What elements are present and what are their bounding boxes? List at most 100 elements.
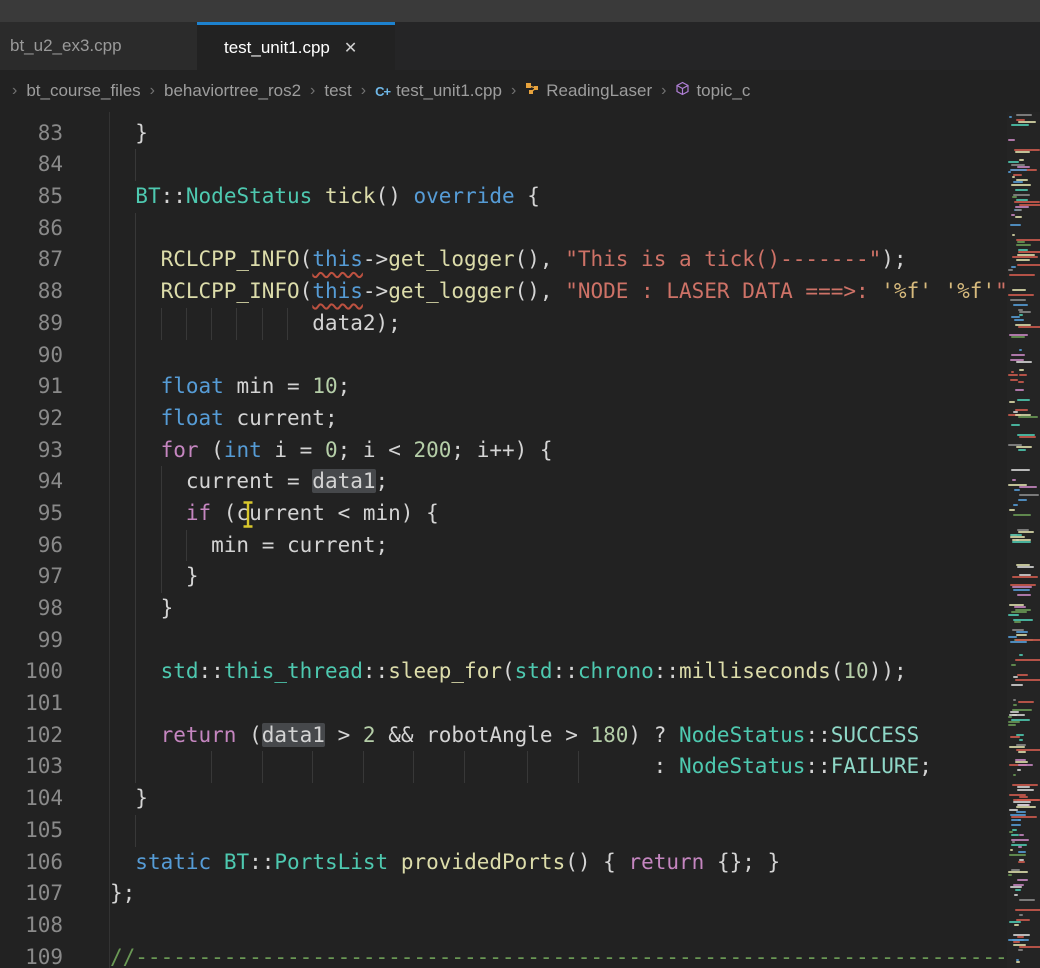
code-line[interactable]: 99 bbox=[0, 625, 1007, 657]
code-line[interactable]: 107}; bbox=[0, 878, 1007, 910]
code-line[interactable]: 106 static BT::PortsList providedPorts()… bbox=[0, 847, 1007, 879]
code-line[interactable]: 97 } bbox=[0, 561, 1007, 593]
minimap[interactable] bbox=[1007, 112, 1040, 968]
code-line-content[interactable]: static BT::PortsList providedPorts() { r… bbox=[109, 847, 1007, 879]
line-number[interactable]: 97 bbox=[0, 561, 109, 593]
code-line[interactable]: 89 data2); bbox=[0, 308, 1007, 340]
code-line-content[interactable]: BT::NodeStatus tick() override { bbox=[109, 181, 1007, 213]
code-line-content[interactable]: } bbox=[109, 561, 1007, 593]
code-line-content[interactable]: RCLCPP_INFO(this->get_logger(), "NODE : … bbox=[109, 276, 1007, 308]
line-number[interactable]: 96 bbox=[0, 530, 109, 562]
indent-guide bbox=[186, 308, 187, 340]
line-number[interactable]: 104 bbox=[0, 783, 109, 815]
code-token: data1 bbox=[262, 723, 325, 747]
breadcrumb-item-readinglaser[interactable]: ReadingLaser bbox=[525, 81, 652, 101]
line-number[interactable]: 84 bbox=[0, 149, 109, 181]
line-number[interactable]: 95 bbox=[0, 498, 109, 530]
code-line-content[interactable]: } bbox=[109, 783, 1007, 815]
line-number[interactable]: 98 bbox=[0, 593, 109, 625]
code-line[interactable]: 86 bbox=[0, 213, 1007, 245]
line-number[interactable]: 105 bbox=[0, 815, 109, 847]
code-line[interactable]: 91 float min = 10; bbox=[0, 371, 1007, 403]
minimap-line bbox=[1018, 949, 1023, 951]
close-tab-icon[interactable]: ✕ bbox=[344, 38, 357, 58]
line-number[interactable]: 99 bbox=[0, 625, 109, 657]
code-line[interactable]: 87 RCLCPP_INFO(this->get_logger(), "This… bbox=[0, 244, 1007, 276]
line-number[interactable]: 91 bbox=[0, 371, 109, 403]
code-line-content[interactable]: }; bbox=[109, 878, 1007, 910]
line-number[interactable]: 109 bbox=[0, 942, 109, 968]
code-line[interactable]: 101 bbox=[0, 688, 1007, 720]
line-number[interactable]: 92 bbox=[0, 403, 109, 435]
line-number[interactable]: 88 bbox=[0, 276, 109, 308]
code-line-content[interactable] bbox=[109, 688, 1007, 720]
line-number[interactable]: 106 bbox=[0, 847, 109, 879]
line-number[interactable]: 83 bbox=[0, 118, 109, 150]
line-number[interactable]: 94 bbox=[0, 466, 109, 498]
code-line-content[interactable]: float current; bbox=[109, 403, 1007, 435]
namespace-icon bbox=[675, 81, 690, 101]
code-line[interactable]: 93 for (int i = 0; i < 200; i++) { bbox=[0, 435, 1007, 467]
line-number[interactable]: 85 bbox=[0, 181, 109, 213]
code-line-content[interactable]: data2); bbox=[109, 308, 1007, 340]
line-number[interactable]: 87 bbox=[0, 244, 109, 276]
code-line[interactable]: 105 bbox=[0, 815, 1007, 847]
line-number[interactable]: 89 bbox=[0, 308, 109, 340]
tab-test-unit1[interactable]: test_unit1.cpp ✕ bbox=[197, 22, 395, 70]
code-line[interactable]: 94 current = data1; bbox=[0, 466, 1007, 498]
code-line[interactable]: 108 bbox=[0, 910, 1007, 942]
code-line-content[interactable]: : NodeStatus::FAILURE; bbox=[109, 751, 1007, 783]
code-line[interactable]: 85 BT::NodeStatus tick() override { bbox=[0, 181, 1007, 213]
tab-bt-u2-ex3[interactable]: bt_u2_ex3.cpp bbox=[0, 22, 197, 70]
code-line-content[interactable]: if (current < min) { bbox=[109, 498, 1007, 530]
code-line-content[interactable]: float min = 10; bbox=[109, 371, 1007, 403]
line-number[interactable]: 100 bbox=[0, 656, 109, 688]
code-line[interactable]: 102 return (data1 > 2 && robotAngle > 18… bbox=[0, 720, 1007, 752]
code-line-content[interactable]: for (int i = 0; i < 200; i++) { bbox=[109, 435, 1007, 467]
breadcrumb-label: bt_course_files bbox=[26, 81, 140, 101]
code-line[interactable]: 100 std::this_thread::sleep_for(std::chr… bbox=[0, 656, 1007, 688]
code-line[interactable]: 95 if (current < min) { bbox=[0, 498, 1007, 530]
line-number[interactable]: 103 bbox=[0, 751, 109, 783]
editor-tab-bar: bt_u2_ex3.cpp test_unit1.cpp ✕ bbox=[0, 22, 1040, 70]
breadcrumb-item-test-unit1-cpp[interactable]: C+test_unit1.cpp bbox=[375, 81, 502, 101]
code-line[interactable]: 104 } bbox=[0, 783, 1007, 815]
code-line-content[interactable]: min = current; bbox=[109, 530, 1007, 562]
line-number[interactable]: 102 bbox=[0, 720, 109, 752]
code-line-content[interactable]: return (data1 > 2 && robotAngle > 180) ?… bbox=[109, 720, 1007, 752]
code-line-content[interactable]: current = data1; bbox=[109, 466, 1007, 498]
code-token: ( bbox=[300, 247, 313, 271]
line-number[interactable]: 90 bbox=[0, 340, 109, 372]
code-line[interactable]: 103 : NodeStatus::FAILURE; bbox=[0, 751, 1007, 783]
code-line-content[interactable] bbox=[109, 340, 1007, 372]
breadcrumb-item-behaviortree-ros2[interactable]: behaviortree_ros2 bbox=[164, 81, 301, 101]
code-line-content[interactable]: RCLCPP_INFO(this->get_logger(), "This is… bbox=[109, 244, 1007, 276]
code-line[interactable]: 88 RCLCPP_INFO(this->get_logger(), "NODE… bbox=[0, 276, 1007, 308]
code-line-content[interactable] bbox=[109, 815, 1007, 847]
code-line-content[interactable]: } bbox=[109, 118, 1007, 150]
breadcrumb-item-test[interactable]: test bbox=[324, 81, 351, 101]
code-line[interactable]: 83 } bbox=[0, 118, 1007, 150]
code-line[interactable]: 98 } bbox=[0, 593, 1007, 625]
code-line[interactable]: 92 float current; bbox=[0, 403, 1007, 435]
code-line[interactable]: 109//-----------------------------------… bbox=[0, 942, 1007, 968]
code-line[interactable]: 84 bbox=[0, 149, 1007, 181]
code-line-content[interactable]: //--------------------------------------… bbox=[109, 942, 1007, 968]
line-number[interactable]: 86 bbox=[0, 213, 109, 245]
breadcrumb-item-topic-c[interactable]: topic_c bbox=[675, 81, 750, 101]
code-pane[interactable]: ");83 }8485 BT::NodeStatus tick() overri… bbox=[0, 112, 1007, 968]
line-number[interactable]: 93 bbox=[0, 435, 109, 467]
code-line-content[interactable] bbox=[109, 625, 1007, 657]
code-line-content[interactable]: std::this_thread::sleep_for(std::chrono:… bbox=[109, 656, 1007, 688]
breadcrumb-item-bt-course-files[interactable]: bt_course_files bbox=[26, 81, 140, 101]
code-line[interactable]: 90 bbox=[0, 340, 1007, 372]
line-number[interactable]: 101 bbox=[0, 688, 109, 720]
code-line-content[interactable] bbox=[109, 149, 1007, 181]
code-line-content[interactable] bbox=[109, 213, 1007, 245]
line-number[interactable]: 108 bbox=[0, 910, 109, 942]
code-line-content[interactable] bbox=[109, 910, 1007, 942]
code-line[interactable]: 96 min = current; bbox=[0, 530, 1007, 562]
code-line-content[interactable]: } bbox=[109, 593, 1007, 625]
minimap-line bbox=[1013, 699, 1016, 701]
line-number[interactable]: 107 bbox=[0, 878, 109, 910]
